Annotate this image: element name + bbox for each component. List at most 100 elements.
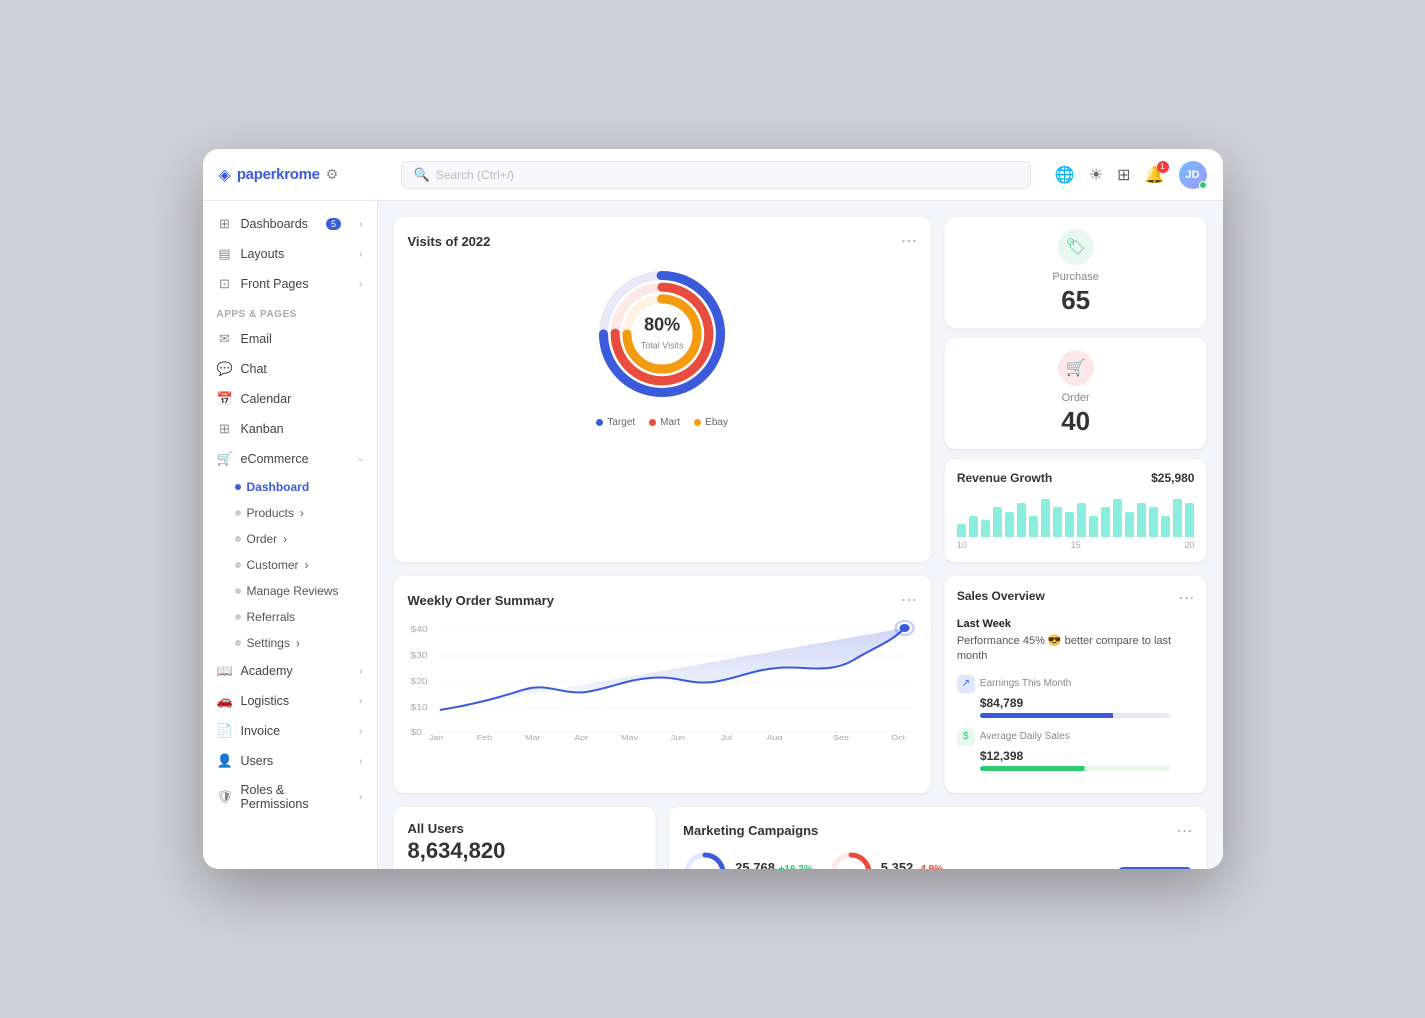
visits-card: Visits of 2022 ⋯ (394, 217, 931, 562)
sidebar-item-chat[interactable]: 💬 Chat (203, 354, 377, 384)
avatar[interactable]: JD (1179, 161, 1207, 189)
current-activity-label: Current Activity (408, 868, 642, 869)
sidebar-subitem-dashboard[interactable]: Dashboard (203, 474, 377, 500)
sidebar-subitem-order[interactable]: Order › (203, 526, 377, 552)
visits-card-menu[interactable]: ⋯ (901, 231, 917, 251)
settings-icon[interactable]: ⚙ (326, 166, 339, 183)
revenue-value: $25,980 (1151, 471, 1194, 485)
mini-bar (981, 520, 990, 537)
sidebar-item-users[interactable]: 👤 Users › (203, 746, 377, 776)
manage-reviews-dot (235, 588, 241, 594)
sidebar-subitem-settings[interactable]: Settings › (203, 630, 377, 656)
dashboards-label: Dashboards (241, 217, 308, 231)
search-bar[interactable]: 🔍 Search (Ctrl+/) (401, 161, 1031, 189)
sidebar-item-layouts[interactable]: ▤ Layouts › (203, 239, 377, 269)
sidebar-subitem-customer[interactable]: Customer › (203, 552, 377, 578)
sidebar-subitem-products[interactable]: Products › (203, 500, 377, 526)
sidebar-item-email[interactable]: ✉ Email (203, 324, 377, 354)
notification-icon[interactable]: 🔔 1 (1145, 165, 1165, 185)
ecommerce-arrow: › (355, 457, 366, 460)
sidebar-item-logistics[interactable]: 🚗 Logistics › (203, 686, 377, 716)
sidebar-item-academy[interactable]: 📖 Academy › (203, 656, 377, 686)
mini-bar (1101, 507, 1110, 537)
mini-bar (1125, 512, 1134, 537)
order-label: Order (1062, 392, 1090, 404)
donut-legend: Target Mart Ebay (408, 417, 917, 428)
svg-text:Oct: Oct (891, 734, 906, 740)
circle-2-growth: -4.9% (917, 864, 943, 869)
sidebar-item-front-pages[interactable]: ⊡ Front Pages › (203, 269, 377, 299)
mini-bar (1161, 516, 1170, 537)
avatar-online-dot (1199, 181, 1207, 189)
order-icon: 🛒 (1066, 358, 1086, 378)
circle-1 (683, 851, 727, 869)
donut-container: 80% Total Visits (597, 269, 727, 399)
daily-sales-value: $12,398 (980, 749, 1195, 763)
sidebar-item-ecommerce[interactable]: 🛒 eCommerce › (203, 444, 377, 474)
visits-card-header: Visits of 2022 ⋯ (408, 231, 917, 251)
products-arrow: › (300, 506, 304, 520)
sidebar-subitem-referrals[interactable]: Referrals (203, 604, 377, 630)
all-users-title: All Users (408, 821, 642, 836)
logistics-label: Logistics (241, 694, 290, 708)
marketing-menu[interactable]: ⋯ (1176, 821, 1192, 841)
sidebar-item-kanban[interactable]: ⊞ Kanban (203, 414, 377, 444)
sales-overview-title: Sales Overview (957, 589, 1045, 603)
logistics-arrow: › (359, 696, 362, 707)
search-icon: 🔍 (414, 167, 430, 183)
sales-period: Last Week (957, 618, 1195, 630)
line-chart-svg: $40 $30 $20 $10 $0 (408, 620, 917, 740)
purchase-value: 65 (1061, 285, 1090, 316)
mini-bar (1185, 503, 1194, 537)
front-pages-icon: ⊡ (217, 276, 233, 292)
sidebar-item-calendar[interactable]: 📅 Calendar (203, 384, 377, 414)
order-arrow: › (283, 532, 287, 546)
sales-description: Performance 45% 😎 better compare to last… (957, 634, 1195, 665)
mini-bar (1029, 516, 1038, 537)
mini-bar (1041, 499, 1050, 537)
axis-15: 15 (1071, 540, 1081, 550)
marketing-circles: 25,768 +16.2% Jan 12, 2022 (683, 851, 944, 869)
circle-2 (829, 851, 873, 869)
kanban-icon: ⊞ (217, 421, 233, 437)
sidebar-item-dashboards[interactable]: ⊞ Dashboards 5 › (203, 209, 377, 239)
mini-bar (1137, 503, 1146, 537)
svg-text:$10: $10 (410, 703, 427, 712)
svg-text:Sep: Sep (833, 734, 849, 740)
weekly-menu[interactable]: ⋯ (901, 590, 917, 610)
sales-overview-menu[interactable]: ⋯ (1178, 588, 1194, 608)
main-content: Visits of 2022 ⋯ (378, 201, 1223, 869)
revenue-header: Revenue Growth $25,980 (957, 471, 1195, 485)
globe-icon[interactable]: 🌐 (1055, 165, 1075, 185)
legend-ebay-dot (694, 419, 701, 426)
theme-icon[interactable]: ☀ (1089, 165, 1103, 185)
main-layout: ⊞ Dashboards 5 › ▤ Layouts › ⊡ Front Pag… (203, 201, 1223, 869)
order-icon-wrap: 🛒 (1058, 350, 1094, 386)
order-label: Order (247, 532, 278, 546)
sidebar-item-invoice[interactable]: 📄 Invoice › (203, 716, 377, 746)
daily-sales-progress-bar (980, 766, 1170, 771)
grid-icon[interactable]: ⊞ (1117, 165, 1130, 185)
dashboards-arrow: › (359, 219, 362, 230)
donut-area: 80% Total Visits (408, 261, 917, 407)
app-frame: ◈ paperkrome ⚙ 🔍 Search (Ctrl+/) 🌐 ☀ ⊞ 🔔… (203, 149, 1223, 869)
referrals-dot (235, 614, 241, 620)
visits-card-title: Visits of 2022 (408, 234, 491, 249)
svg-text:$30: $30 (410, 651, 427, 660)
donut-label: Total Visits (641, 341, 684, 351)
circle-2-svg (829, 851, 873, 869)
svg-text:May: May (621, 734, 638, 740)
circle-1-value: 25,768 +16.2% (735, 860, 813, 869)
invoice-arrow: › (359, 726, 362, 737)
legend-target-dot (596, 419, 603, 426)
mini-bar (1017, 503, 1026, 537)
view-report-button[interactable]: View Report (1118, 867, 1192, 869)
weekly-title: Weekly Order Summary (408, 593, 554, 608)
sidebar-item-roles-permissions[interactable]: 🛡 Roles & Permissions › (203, 776, 377, 818)
circle-2-value: 5,352 -4.9% (881, 860, 945, 869)
donut-percentage: 80% (641, 315, 684, 336)
sidebar-subitem-manage-reviews[interactable]: Manage Reviews (203, 578, 377, 604)
weekly-header: Weekly Order Summary ⋯ (408, 590, 917, 610)
section-label-apps: APPS & PAGES (203, 299, 377, 324)
circle-2-info: 5,352 -4.9% Jan 12, 2022 (881, 860, 945, 869)
